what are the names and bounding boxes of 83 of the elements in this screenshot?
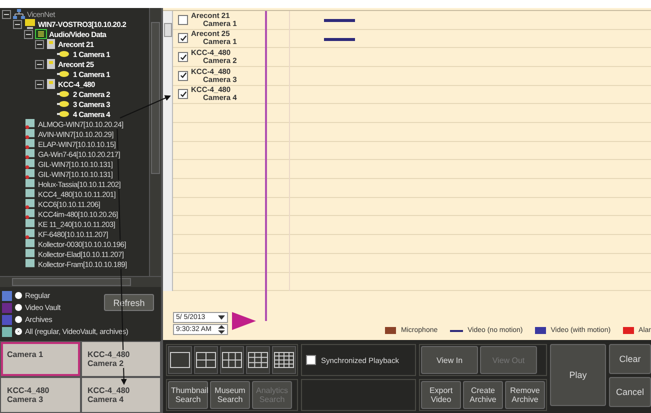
- camera-icon: [57, 50, 71, 58]
- computer-icon: [24, 149, 36, 159]
- camera-icon: [57, 90, 71, 98]
- collapse-icon[interactable]: [35, 60, 44, 68]
- play-button[interactable]: Play: [550, 344, 606, 406]
- camera-view[interactable]: KCC-4_480 Camera 2: [82, 342, 160, 376]
- layout-button[interactable]: [272, 346, 296, 374]
- device-name: KCC-4_480: [88, 350, 130, 359]
- view-button[interactable]: View In: [421, 346, 478, 374]
- checkbox[interactable]: [306, 355, 316, 365]
- camera-icon: [57, 100, 71, 108]
- computer-icon: [24, 139, 36, 149]
- radio-button[interactable]: [15, 304, 22, 311]
- computer-icon: [24, 119, 36, 129]
- device-name: KCC-4_480: [88, 386, 130, 395]
- computer-icon: [24, 169, 36, 179]
- layout-button[interactable]: [246, 346, 270, 374]
- checkbox[interactable]: [178, 89, 188, 100]
- grid-layout-icon: [170, 352, 190, 368]
- device-icon: [46, 59, 56, 69]
- computer-icon: [24, 259, 36, 269]
- checkbox[interactable]: [178, 33, 188, 44]
- grid-layout-icon: [248, 352, 268, 368]
- database-icon: [2, 290, 12, 300]
- vault-icon: [2, 302, 12, 312]
- camera-name: Camera 1: [7, 350, 44, 359]
- collapse-icon[interactable]: [13, 20, 22, 28]
- computer-icon: [24, 239, 36, 249]
- device-name: KCC-4_480: [7, 386, 50, 395]
- scrollbar[interactable]: [163, 10, 173, 292]
- checkbox[interactable]: [178, 52, 188, 62]
- camera-name: Camera 3: [7, 395, 44, 404]
- search-button[interactable]: Museum Search: [210, 381, 250, 409]
- camera-icon: [57, 70, 71, 78]
- computer-icon: [24, 159, 36, 169]
- computer-icon: [2, 326, 12, 336]
- archive-button[interactable]: Remove Archive: [505, 381, 545, 409]
- device-icon: [46, 79, 56, 89]
- computer-icon: [24, 179, 36, 189]
- clear-button[interactable]: Clear: [609, 344, 651, 374]
- horizontal-scrollbar[interactable]: [0, 276, 161, 287]
- data-icon: [35, 29, 47, 39]
- monitor-icon: [24, 19, 36, 29]
- refresh-button[interactable]: Refresh: [104, 294, 154, 311]
- computer-icon: [24, 229, 36, 239]
- archive-icon: [2, 314, 12, 324]
- network-icon: [13, 9, 25, 19]
- scrollbar[interactable]: [149, 8, 161, 276]
- time-marker-icon[interactable]: [232, 312, 256, 330]
- layout-button[interactable]: [194, 346, 218, 374]
- collapse-icon[interactable]: [35, 80, 44, 88]
- computer-icon: [24, 219, 36, 229]
- cancel-button[interactable]: Cancel: [609, 377, 651, 407]
- radio-button[interactable]: [15, 316, 22, 323]
- archive-button[interactable]: Create Archive: [463, 381, 503, 409]
- grid-layout-icon: [274, 352, 294, 368]
- camera-view[interactable]: KCC-4_480 Camera 3: [1, 378, 80, 412]
- search-button[interactable]: Thumbnail Search: [168, 381, 208, 409]
- grid-layout-icon: [222, 352, 242, 368]
- device-icon: [46, 39, 56, 49]
- computer-icon: [24, 199, 36, 209]
- computer-icon: [24, 189, 36, 199]
- collapse-icon[interactable]: [24, 30, 33, 38]
- camera-name: Camera 4: [88, 395, 124, 404]
- grid-layout-icon: [196, 352, 216, 368]
- collapse-icon[interactable]: [2, 10, 11, 18]
- layout-button[interactable]: [220, 346, 244, 374]
- camera-view[interactable]: Camera 1: [1, 342, 80, 376]
- spinner-icon: [218, 325, 225, 334]
- camera-name: Camera 2: [88, 359, 124, 368]
- computer-icon: [24, 209, 36, 219]
- computer-icon: [24, 249, 36, 259]
- computer-icon: [24, 129, 36, 139]
- dropdown-arrow-icon: [218, 315, 225, 320]
- radio-button[interactable]: [15, 328, 22, 335]
- export-video-button[interactable]: Export Video: [421, 381, 461, 409]
- layout-button[interactable]: [168, 346, 192, 374]
- checkbox[interactable]: [178, 70, 188, 81]
- camera-icon: [57, 110, 71, 118]
- camera-view[interactable]: KCC-4_480 Camera 4: [82, 378, 160, 412]
- checkbox[interactable]: [178, 14, 188, 25]
- radio-button[interactable]: [15, 292, 22, 299]
- collapse-icon[interactable]: [35, 40, 44, 48]
